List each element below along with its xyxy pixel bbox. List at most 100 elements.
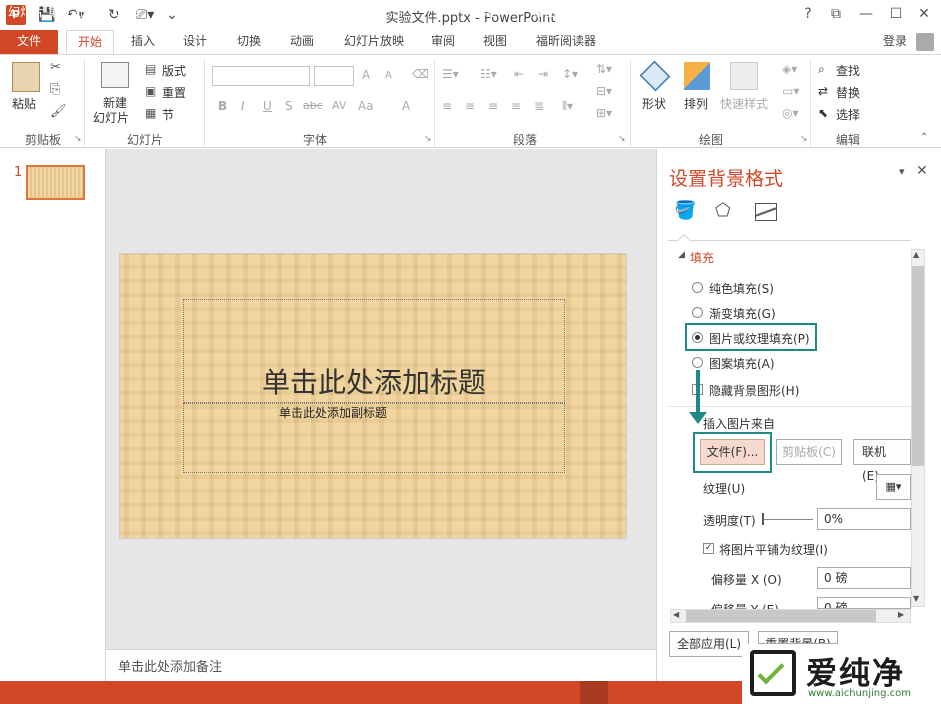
- align-right-icon[interactable]: ≡: [488, 99, 498, 113]
- shape-effects-icon[interactable]: ◎▾: [782, 106, 799, 120]
- avatar[interactable]: [916, 33, 934, 51]
- change-case-button[interactable]: Aa: [358, 99, 374, 113]
- clipboard-launcher-icon[interactable]: ↘: [74, 134, 82, 144]
- transparency-slider[interactable]: [763, 519, 813, 520]
- picture-texture-fill-radio[interactable]: [692, 332, 703, 343]
- online-button[interactable]: 联机(E)...: [853, 439, 911, 483]
- italic-button[interactable]: I: [241, 99, 245, 113]
- paste-button[interactable]: 粘贴: [12, 95, 36, 112]
- shrink-font-icon[interactable]: A: [385, 70, 392, 81]
- tab-insert[interactable]: 插入: [124, 30, 162, 54]
- find-button[interactable]: 查找: [836, 62, 860, 79]
- strikethrough-button[interactable]: abc: [303, 99, 323, 112]
- font-name-combo[interactable]: [212, 66, 310, 86]
- transparency-slider-thumb[interactable]: [762, 513, 764, 525]
- bullets-icon[interactable]: ☰▾: [442, 67, 459, 81]
- align-left-icon[interactable]: ≡: [442, 99, 452, 113]
- fill-section-header[interactable]: 填充: [690, 249, 714, 266]
- gradient-fill-radio[interactable]: [692, 307, 703, 318]
- scroll-right-icon[interactable]: ▶: [898, 610, 904, 619]
- arrange-icon[interactable]: [684, 62, 710, 90]
- align-text-icon[interactable]: ⊟▾: [596, 84, 612, 98]
- offset-x-field[interactable]: 0 磅: [817, 567, 911, 589]
- new-slide-dropdown[interactable]: 幻灯片: [93, 109, 129, 126]
- select-button[interactable]: 选择: [836, 106, 860, 123]
- picture-category-icon[interactable]: [755, 203, 777, 221]
- underline-button[interactable]: U: [263, 99, 272, 113]
- tab-view[interactable]: 视图: [477, 30, 513, 54]
- bold-button[interactable]: B: [218, 99, 227, 113]
- maximize-icon[interactable]: ☐: [886, 6, 906, 22]
- drawing-launcher-icon[interactable]: ↘: [800, 134, 808, 144]
- format-painter-icon[interactable]: 🖌: [50, 104, 67, 119]
- hide-background-label[interactable]: 隐藏背景图形(H): [709, 382, 799, 399]
- cut-icon[interactable]: ✂: [50, 60, 61, 75]
- reading-view-icon[interactable]: ▥: [662, 3, 673, 17]
- grow-font-icon[interactable]: A: [362, 68, 370, 82]
- line-spacing-icon[interactable]: ↕▾: [562, 67, 578, 81]
- solid-fill-radio[interactable]: [692, 282, 703, 293]
- numbering-icon[interactable]: ☷▾: [480, 67, 497, 81]
- align-center-icon[interactable]: ≡: [465, 99, 475, 113]
- login-link[interactable]: 登录: [880, 30, 910, 54]
- scroll-down-icon[interactable]: ▼: [913, 594, 919, 603]
- pane-options-icon[interactable]: ▾: [899, 165, 905, 178]
- justify-icon[interactable]: ≡: [511, 99, 521, 113]
- pattern-fill-label[interactable]: 图案填充(A): [709, 355, 775, 372]
- fill-category-icon[interactable]: 🪣: [674, 200, 696, 221]
- tab-foxit-reader[interactable]: 福昕阅读器: [530, 30, 602, 54]
- paragraph-launcher-icon[interactable]: ↘: [618, 134, 626, 144]
- shape-outline-icon[interactable]: ▭▾: [782, 84, 799, 98]
- slideshow-view-icon[interactable]: ⊤: [700, 3, 710, 17]
- minimize-icon[interactable]: —: [856, 6, 876, 22]
- comments-toggle-icon[interactable]: ▪: [516, 3, 524, 17]
- increase-indent-icon[interactable]: ⇥: [538, 67, 548, 81]
- tab-transitions[interactable]: 切换: [230, 30, 268, 54]
- comments-toggle[interactable]: 批注: [532, 3, 556, 20]
- offset-y-field[interactable]: 0 磅: [817, 597, 911, 609]
- tab-file[interactable]: 文件: [0, 30, 58, 54]
- columns-icon[interactable]: ⫴▾: [562, 99, 573, 114]
- language-status[interactable]: 中文(中国): [190, 3, 247, 20]
- pane-close-icon[interactable]: ✕: [916, 163, 928, 179]
- clear-formatting-icon[interactable]: ⌫: [412, 67, 429, 81]
- notes-toggle[interactable]: 备注: [471, 3, 495, 20]
- apply-to-all-button[interactable]: 全部应用(L): [669, 631, 749, 657]
- shape-fill-icon[interactable]: ◈▾: [782, 62, 797, 76]
- distribute-icon[interactable]: ≣: [534, 99, 544, 113]
- paste-icon[interactable]: [12, 62, 40, 92]
- effects-category-icon[interactable]: ⬠: [715, 200, 731, 221]
- copy-icon[interactable]: ⎘: [50, 82, 60, 97]
- shadow-button[interactable]: S: [285, 99, 293, 113]
- tab-design[interactable]: 设计: [176, 30, 214, 54]
- arrange-button[interactable]: 排列: [684, 95, 708, 112]
- collapse-ribbon-icon[interactable]: ⌃: [920, 132, 928, 143]
- reset-background-button[interactable]: 重置背景(B): [758, 631, 838, 644]
- pane-vertical-scroll-thumb[interactable]: [912, 266, 924, 466]
- scroll-left-icon[interactable]: ◀: [673, 610, 679, 619]
- tab-home[interactable]: 开始: [66, 30, 114, 55]
- close-icon[interactable]: ✕: [914, 6, 934, 22]
- pane-horizontal-scroll-thumb[interactable]: [686, 610, 876, 622]
- scroll-up-icon[interactable]: ▲: [913, 250, 919, 259]
- clipboard-button[interactable]: 剪贴板(C): [776, 439, 842, 465]
- slide-sorter-icon[interactable]: ⊞: [624, 3, 634, 17]
- transparency-field[interactable]: 0%: [817, 508, 911, 530]
- tile-texture-label[interactable]: 将图片平铺为纹理(I): [719, 541, 828, 558]
- font-color-button[interactable]: A: [402, 99, 410, 113]
- font-size-combo[interactable]: [314, 66, 354, 86]
- help-icon[interactable]: ?: [798, 6, 818, 22]
- file-button[interactable]: 文件(F)...: [700, 439, 765, 465]
- solid-fill-label[interactable]: 纯色填充(S): [709, 280, 774, 297]
- ribbon-display-icon[interactable]: ⧉: [826, 6, 846, 22]
- gradient-fill-label[interactable]: 渐变填充(G): [709, 305, 776, 322]
- text-direction-icon[interactable]: ⇅▾: [596, 62, 612, 76]
- collapse-section-icon[interactable]: ◢: [678, 250, 685, 260]
- slide-thumbnail[interactable]: [26, 165, 85, 200]
- font-launcher-icon[interactable]: ↘: [424, 134, 432, 144]
- decrease-indent-icon[interactable]: ⇤: [514, 67, 524, 81]
- reset-button[interactable]: 重置: [162, 84, 186, 101]
- shapes-button[interactable]: 形状: [642, 95, 666, 112]
- quick-styles-button[interactable]: 快速样式: [720, 95, 768, 112]
- tile-texture-checkbox[interactable]: ✓: [703, 543, 714, 554]
